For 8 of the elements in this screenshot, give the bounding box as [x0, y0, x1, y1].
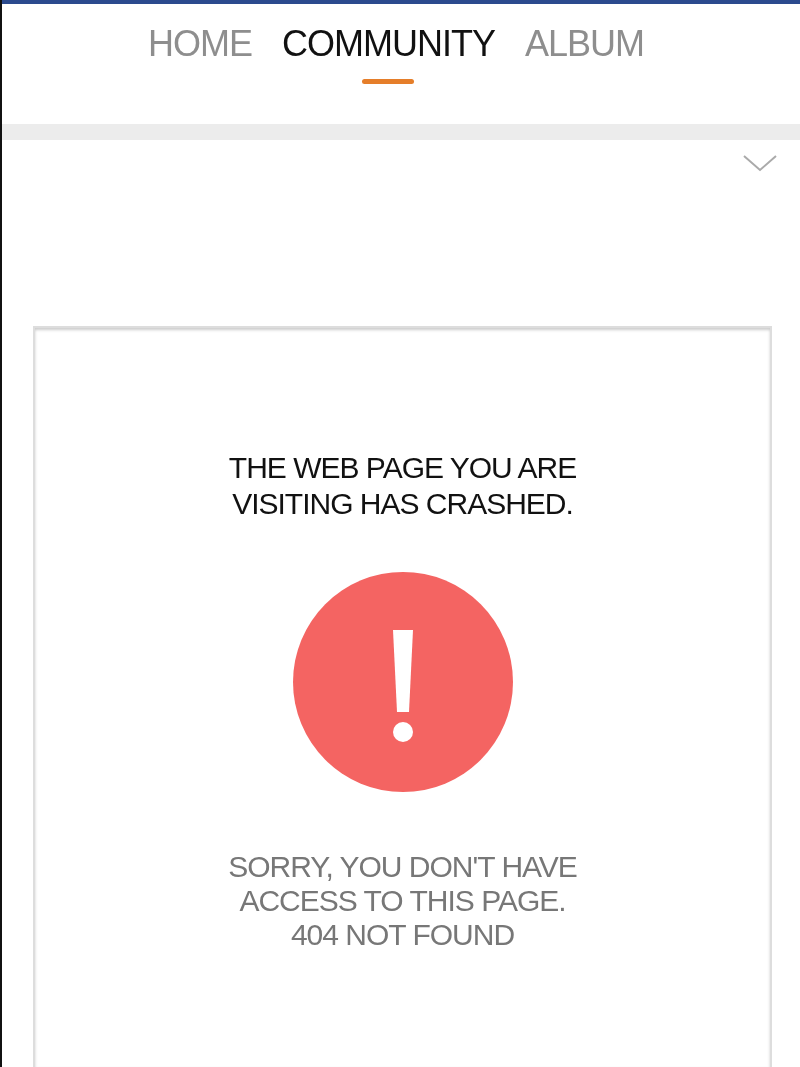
exclamation-icon: [292, 572, 513, 792]
nav-tab[interactable]: HOME: [148, 24, 252, 88]
error-message: SORRY, YOU DON'T HAVE ACCESS TO THIS PAGE. 404 NOT FOUND: [227, 850, 578, 952]
tab-indicator: [362, 79, 415, 84]
error-heading: THE WEB PAGE YOU ARE VISITING HAS CRASHED.: [227, 450, 578, 522]
chevron-down-icon[interactable]: [742, 154, 778, 172]
nav-tab[interactable]: ALBUM: [524, 24, 644, 88]
nav-tab[interactable]: COMMUNITY: [282, 24, 495, 88]
